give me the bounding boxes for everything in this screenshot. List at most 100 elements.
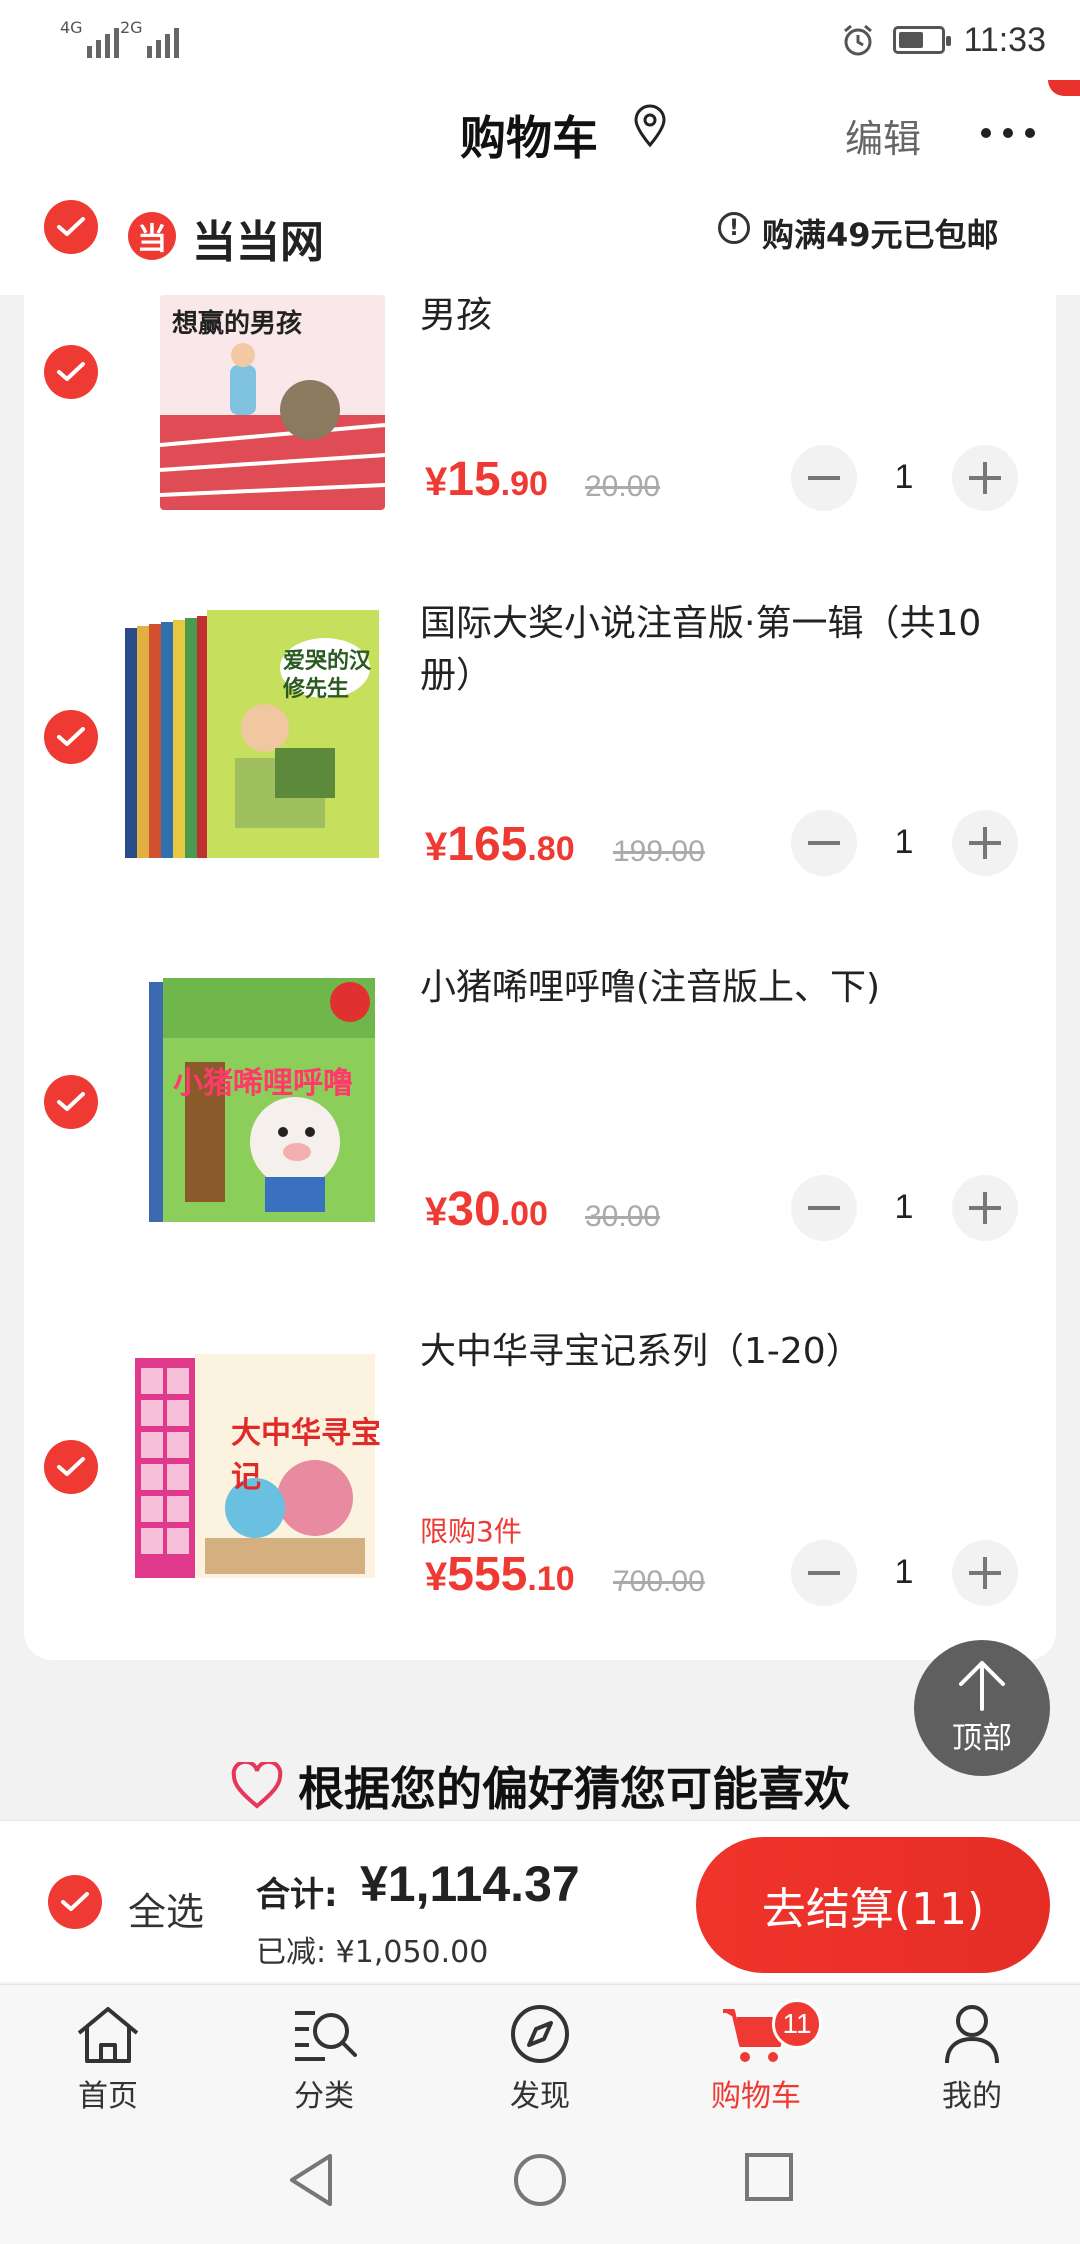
checkout-bar: 全选 合计: ¥1,114.37 已减: ¥1,050.00 去结算(11) [0,1820,1080,1982]
user-icon [945,2005,999,2064]
tab-label: 首页 [78,2079,138,2114]
tab-cart[interactable]: 购物车 11 [676,1985,836,2125]
checkout-button[interactable]: 去结算(11) [696,1837,1050,1973]
tab-category[interactable]: 分类 [244,1985,404,2125]
item-price: ¥30.00 [425,1183,548,1236]
store-checkbox[interactable] [44,200,98,254]
arrow-up-icon [959,1661,1005,1711]
minus-icon [808,1571,840,1575]
purchase-limit-badge: 限购3件 [420,1515,522,1548]
product-name[interactable]: 大中华寻宝记系列（1-20） [420,1326,1020,1378]
home-nav-icon[interactable] [512,2152,568,2208]
product-name[interactable]: 男孩 [420,290,1020,342]
item-checkbox[interactable] [44,710,98,764]
check-icon [57,362,85,381]
back-nav-icon[interactable] [286,2152,336,2208]
tab-label: 发现 [510,2079,570,2114]
decrease-quantity-button[interactable] [791,445,857,511]
saved-amount: 已减: ¥1,050.00 [256,1935,489,1970]
alarm-icon [844,24,873,56]
quantity-value[interactable]: 1 [884,823,924,862]
check-icon [57,727,85,746]
check-icon [61,1892,89,1911]
quantity-value[interactable]: 1 [884,1188,924,1227]
book-cover-title: 大中华寻宝记 [231,1416,381,1495]
original-price: 30.00 [585,1200,661,1233]
minus-icon [808,476,840,480]
plus-icon [969,462,1001,494]
tab-label: 我的 [942,2079,1002,2114]
original-price: 700.00 [613,1565,705,1598]
plus-icon [969,827,1001,859]
bottom-tab-bar: 首页 分类 发现 购物车 11 我的 [0,1984,1080,2124]
book-cover-image[interactable]: 想赢的男孩 [160,295,385,510]
increase-quantity-button[interactable] [952,1540,1018,1606]
select-all-checkbox[interactable] [48,1875,102,1929]
tab-home[interactable]: 首页 [28,1985,188,2125]
check-icon [57,217,85,236]
home-icon [77,2007,139,2063]
select-all-label[interactable]: 全选 [128,1881,204,1936]
item-price: ¥555.10 [425,1548,575,1601]
clock: 11:33 [963,20,1046,59]
check-icon [57,1092,85,1111]
increase-quantity-button[interactable] [952,810,1018,876]
recommend-heading: 根据您的偏好猜您可能喜欢 [0,1750,1080,1822]
tab-profile[interactable]: 我的 [892,1985,1052,2125]
item-price: ¥15.90 [425,453,548,506]
recents-nav-icon[interactable] [744,2152,794,2202]
battery-icon [893,26,952,54]
item-checkbox[interactable] [44,1440,98,1494]
tab-discover[interactable]: 发现 [460,1985,620,2125]
category-search-icon [295,2011,357,2061]
decrease-quantity-button[interactable] [791,1540,857,1606]
book-cover-title: 想赢的男孩 [172,309,303,339]
decrease-quantity-button[interactable] [791,1175,857,1241]
book-cover-image[interactable]: 爱哭的汉修先生 [125,608,385,868]
product-name[interactable]: 小猪唏哩呼噜(注音版上、下) [420,962,1020,1014]
original-price: 199.00 [613,835,705,868]
heart-icon [231,1762,283,1809]
book-cover-image[interactable]: 小猪唏哩呼噜 [145,972,385,1232]
system-nav-bar [0,2124,1080,2244]
book-cover-title: 爱哭的汉修先生 [283,649,372,702]
header: 购物车 编辑 [0,80,1080,190]
minus-icon [808,841,840,845]
more-icon[interactable] [978,126,1038,140]
compass-icon [511,2005,569,2063]
decrease-quantity-button[interactable] [791,810,857,876]
shipping-note: 购满49元已包邮 [762,216,999,254]
product-name[interactable]: 国际大奖小说注音版·第一辑（共10册） [420,598,1020,702]
total-value: ¥1,114.37 [360,1856,580,1912]
cart-count-badge: 11 [772,1999,822,2049]
sim2-label: 2G [120,18,143,37]
book-cover-title: 小猪唏哩呼噜 [173,1066,353,1101]
quantity-value[interactable]: 1 [884,458,924,497]
info-icon: ! [718,212,750,244]
item-checkbox[interactable] [44,1075,98,1129]
location-pin-icon[interactable] [632,104,668,148]
item-checkbox[interactable] [44,345,98,399]
red-corner-dot [1048,80,1080,96]
quantity-value[interactable]: 1 [884,1553,924,1592]
signal-4g-icon: 4G [60,18,119,58]
plus-icon [969,1192,1001,1224]
minus-icon [808,1206,840,1210]
plus-icon [969,1557,1001,1589]
check-icon [57,1457,85,1476]
status-bar: 4G 2G 11:33 [0,0,1080,80]
signal-2g-icon: 2G [120,18,179,58]
dangdang-logo: 当 [128,212,176,260]
tab-label: 分类 [294,2079,354,2114]
tab-label: 购物车 [711,2079,801,2114]
store-name[interactable]: 当当网 [192,206,324,270]
edit-button[interactable]: 编辑 [845,108,921,163]
increase-quantity-button[interactable] [952,445,1018,511]
item-price: ¥165.80 [425,818,575,871]
total-label: 合计: [256,1875,338,1915]
increase-quantity-button[interactable] [952,1175,1018,1241]
book-cover-image[interactable]: 大中华寻宝记 [125,1338,385,1598]
original-price: 20.00 [585,470,661,503]
page-title: 购物车 [460,111,598,165]
sim1-label: 4G [60,18,83,37]
